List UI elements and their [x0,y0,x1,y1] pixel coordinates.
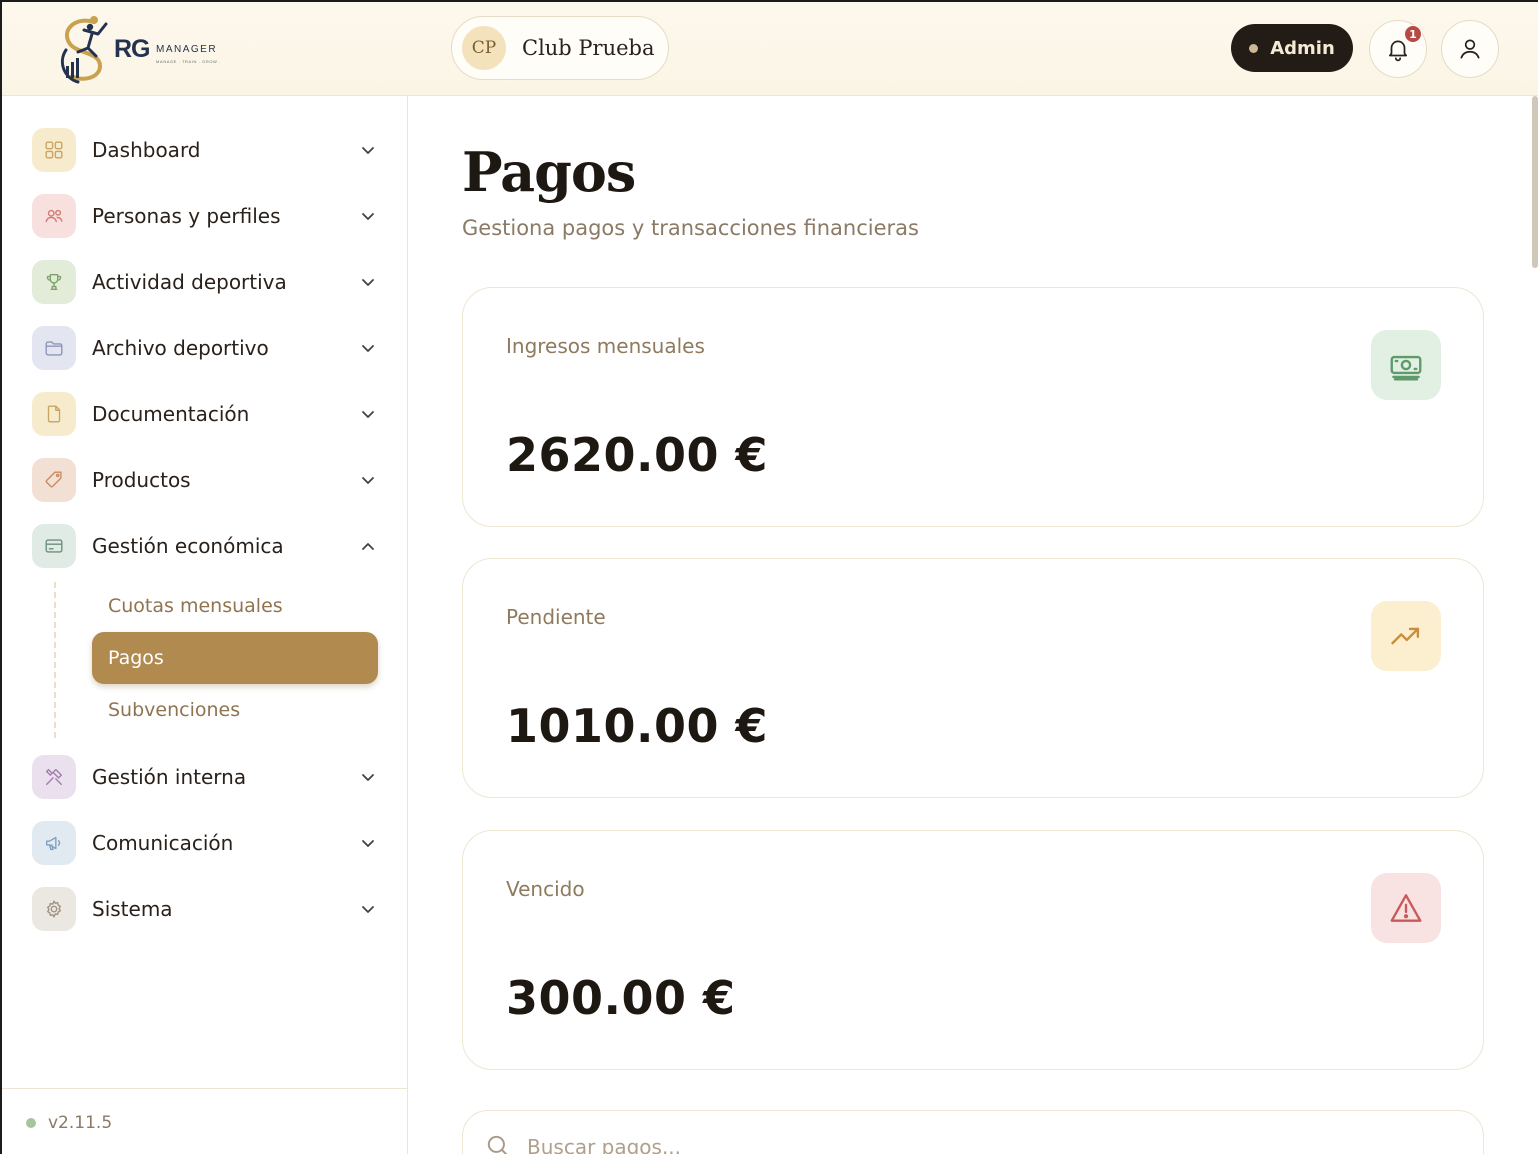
sidebar-item-icon-box [32,326,76,370]
tag-icon [45,471,62,488]
sidebar-item-label: Productos [92,468,191,492]
stat-card-2: Vencido 300.00 € [462,830,1484,1070]
chevron-down-icon [362,279,374,286]
status-dot [26,1117,36,1128]
notification-badge: 1 [1404,25,1422,43]
stat-label: Pendiente [506,605,606,629]
sidebar-item-6[interactable]: Gestión económica [32,522,382,570]
logo-area: RG MANAGER MANAGE . TRAIN . GROW . [2,2,408,96]
chevron-down-icon [362,147,374,154]
stat-value: 1010.00 € [506,699,769,753]
search-input[interactable] [527,1133,1427,1154]
stat-label: Vencido [506,877,585,901]
sidebar-item-3[interactable]: Archivo deportivo [32,324,382,372]
brand-name: RG [114,35,150,63]
sidebar-item-8[interactable]: Comunicación [32,819,382,867]
chevron-down-icon [362,345,374,352]
sidebar-item-icon-box [32,458,76,502]
trophy-icon [46,273,62,291]
club-name: Club Prueba [522,36,655,60]
stat-label: Ingresos mensuales [506,334,705,358]
stat-card-1: Pendiente 1010.00 € [462,558,1484,798]
role-badge-button[interactable]: Admin [1231,24,1353,72]
main-content: Pagos Gestiona pagos y transacciones fin… [408,96,1538,1154]
tools-icon [45,768,63,786]
sidebar-item-icon-box [32,392,76,436]
alert-triangle-icon [1390,894,1422,922]
submenu-guide-line [54,582,56,738]
sidebar-item-label: Dashboard [92,138,201,162]
chevron-down-icon [362,477,374,484]
sidebar: RG MANAGER MANAGE . TRAIN . GROW . Dashb… [2,2,408,1154]
notifications-button[interactable]: 1 [1369,20,1427,78]
chevron-down-icon [362,774,374,781]
sidebar-item-label: Gestión interna [92,765,247,789]
app-window: RG MANAGER MANAGE . TRAIN . GROW . Dashb… [0,0,1538,1154]
gear-icon [47,900,61,918]
role-dot [1249,43,1259,53]
main-scrollbar[interactable] [1532,96,1538,268]
top-header: CP Club Prueba Admin 1 [408,2,1538,96]
page-subtitle: Gestiona pagos y transacciones financier… [462,216,919,240]
sidebar-item-2[interactable]: Actividad deportiva [32,258,382,306]
page-title: Pagos [462,140,636,204]
stat-icon-box [1371,601,1441,671]
brand-suffix: MANAGER [156,44,218,55]
sidebar-item-label: Archivo deportivo [92,336,269,360]
stat-value: 300.00 € [506,971,736,1025]
folder-icon [45,341,63,356]
sidebar-item-icon-box [32,755,76,799]
trending-up-icon [1391,627,1420,645]
sidebar-item-icon-box [32,194,76,238]
chevron-up-icon [362,543,374,550]
sidebar-item-1[interactable]: Personas y perfiles [32,192,382,240]
grid-icon [45,141,63,159]
search-box[interactable] [462,1110,1484,1154]
chevron-down-icon [362,411,374,418]
chevron-down-icon [362,906,374,913]
megaphone-icon [45,836,61,851]
chevron-down-icon [362,840,374,847]
club-selector[interactable]: CP Club Prueba [451,16,669,80]
sidebar-item-icon-box [32,821,76,865]
stat-value: 2620.00 € [506,428,769,482]
sidebar-footer: v2.11.5 [2,1088,408,1154]
sidebar-item-9[interactable]: Sistema [32,885,382,933]
profile-button[interactable] [1441,20,1499,78]
sidebar-item-label: Documentación [92,402,250,426]
stat-icon-box [1371,873,1441,943]
version-label: v2.11.5 [48,1112,113,1133]
sidebar-item-icon-box [32,524,76,568]
stat-card-0: Ingresos mensuales 2620.00 € [462,287,1484,527]
chevron-down-icon [362,213,374,220]
club-avatar: CP [462,26,506,70]
submenu-item-2[interactable]: Subvenciones [92,684,378,736]
credit-card-icon [45,539,63,553]
sidebar-item-label: Personas y perfiles [92,204,281,228]
banknote-icon [1390,355,1422,381]
search-icon [487,1135,508,1154]
sidebar-item-icon-box [32,887,76,931]
brand-tagline: MANAGE . TRAIN . GROW . [156,59,221,64]
sidebar-item-label: Sistema [92,897,173,921]
logo-mark-icon [61,16,108,84]
users-icon [45,209,63,223]
sidebar-item-7[interactable]: Gestión interna [32,753,382,801]
submenu-item-1[interactable]: Pagos [92,632,378,684]
sidebar-item-label: Gestión económica [92,534,284,558]
sidebar-item-icon-box [32,260,76,304]
sidebar-item-4[interactable]: Documentación [32,390,382,438]
sidebar-item-label: Comunicación [92,831,234,855]
sidebar-item-5[interactable]: Productos [32,456,382,504]
sidebar-item-0[interactable]: Dashboard [32,126,382,174]
sidebar-item-icon-box [32,128,76,172]
sidebar-item-label: Actividad deportiva [92,270,287,294]
brand-logo[interactable]: RG MANAGER MANAGE . TRAIN . GROW . [54,12,224,86]
role-label: Admin [1270,37,1335,59]
document-icon [47,405,61,423]
submenu-item-0[interactable]: Cuotas mensuales [92,580,378,632]
stat-icon-box [1371,330,1441,400]
user-icon [1460,39,1480,59]
